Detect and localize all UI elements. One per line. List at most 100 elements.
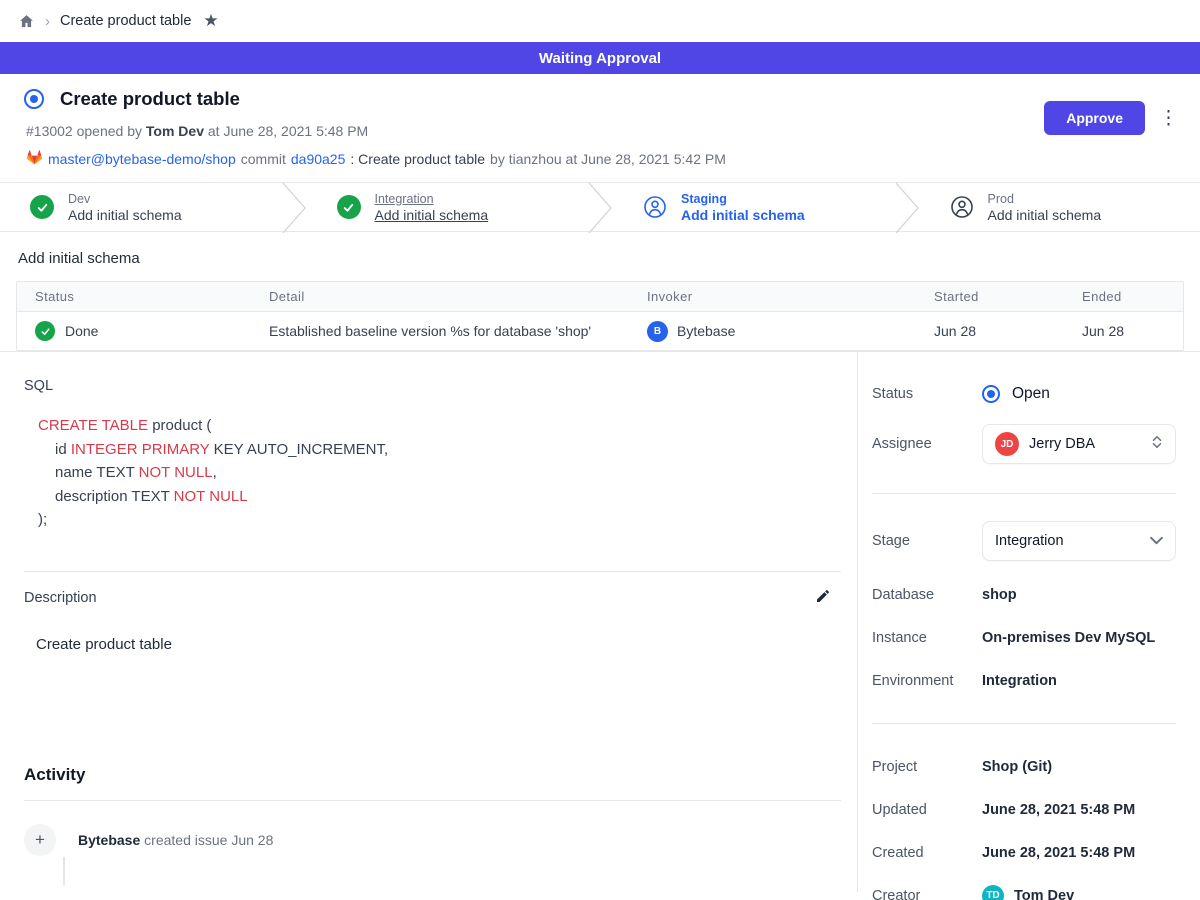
sidebar-field-project: Project Shop (Git) (872, 745, 1176, 788)
activity-action: created issue (144, 832, 227, 848)
table-row[interactable]: Done Established baseline version %s for… (17, 312, 1183, 350)
stage-done-icon (30, 195, 54, 219)
sidebar-field-created: Created June 28, 2021 5:48 PM (872, 831, 1176, 874)
assignee-label: Assignee (872, 436, 982, 452)
stage-task-label: Add initial schema (68, 207, 182, 223)
vcs-commit-byline: by tianzhou at June 28, 2021 5:42 PM (490, 151, 726, 167)
database-value: shop (982, 587, 1017, 603)
description-label: Description (24, 590, 97, 606)
task-detail-text: Established baseline version %s for data… (251, 323, 629, 339)
approval-banner-text: Waiting Approval (539, 50, 661, 67)
instance-value: On-premises Dev MySQL (982, 630, 1155, 646)
pipeline-stage-staging[interactable]: Staging Add initial schema (613, 183, 894, 231)
stage-env-label: Prod (988, 192, 1102, 206)
chevron-down-icon (1150, 533, 1163, 549)
vcs-branch-link[interactable]: master@bytebase-demo/shop (48, 151, 236, 167)
vcs-commit-label: commit (241, 151, 286, 167)
sidebar-field-updated: Updated June 28, 2021 5:48 PM (872, 788, 1176, 831)
breadcrumb-title[interactable]: Create product table (60, 13, 191, 29)
column-header-detail: Detail (251, 289, 629, 304)
stage-separator (281, 183, 307, 233)
task-started-date: Jun 28 (916, 323, 1064, 339)
divider (24, 800, 841, 801)
task-table: Status Detail Invoker Started Ended Done… (16, 281, 1184, 351)
column-header-status: Status (17, 289, 251, 304)
assignee-value: Jerry DBA (1029, 436, 1141, 452)
task-done-icon (35, 321, 55, 341)
issue-open-time: at June 28, 2021 5:48 PM (208, 123, 368, 139)
task-section-heading: Add initial schema (18, 250, 1184, 267)
issue-open-icon (24, 89, 44, 109)
stage-env-label: Dev (68, 192, 182, 206)
stage-separator (894, 183, 920, 233)
status-label: Status (872, 386, 982, 402)
environment-value: Integration (982, 673, 1057, 689)
breadcrumb: › Create product table ★ (0, 0, 1200, 42)
stage-env-label: Staging (681, 192, 805, 206)
pipeline-stage-dev[interactable]: Dev Add initial schema (0, 183, 281, 231)
vcs-commit-link[interactable]: da90a25 (291, 151, 346, 167)
creator-value: Tom Dev (1014, 888, 1074, 900)
gitlab-icon (26, 149, 43, 168)
divider (24, 571, 841, 572)
issue-header: Create product table Approve ⋮ #13002 op… (0, 74, 1200, 182)
kebab-menu-icon[interactable]: ⋮ (1157, 109, 1180, 128)
stage-value: Integration (995, 533, 1140, 549)
stage-pending-person-icon (643, 195, 667, 219)
status-open-icon (982, 385, 1000, 403)
page-title: Create product table (60, 88, 240, 110)
sql-section-label: SQL (24, 378, 841, 394)
stage-select[interactable]: Integration (982, 521, 1176, 561)
edit-description-icon[interactable] (815, 588, 831, 609)
description-content: Create product table (36, 636, 841, 653)
column-header-ended: Ended (1064, 289, 1183, 304)
stage-label: Stage (872, 533, 982, 549)
activity-heading: Activity (24, 765, 841, 785)
updown-chevron-icon (1151, 435, 1163, 453)
activity-timeline-line (63, 857, 65, 885)
sidebar-field-database: Database shop (872, 573, 1176, 616)
issue-meta: #13002 opened by Tom Dev at June 28, 202… (26, 123, 1176, 139)
issue-main-panel: SQL CREATE TABLE product ( id INTEGER PR… (0, 352, 858, 892)
status-value: Open (1012, 385, 1050, 403)
stage-task-label: Add initial schema (988, 207, 1102, 223)
stage-separator (587, 183, 613, 233)
activity-actor: Bytebase (78, 832, 140, 848)
stage-task-label: Add initial schema (681, 207, 805, 223)
vcs-commit-row: master@bytebase-demo/shop commit da90a25… (26, 149, 1176, 168)
assignee-avatar: JD (995, 432, 1019, 456)
activity-item: + Bytebase created issue Jun 28 (24, 824, 841, 856)
chevron-right-icon: › (45, 13, 50, 30)
task-invoker-text: Bytebase (677, 323, 735, 339)
stage-env-label: Integration (375, 192, 489, 206)
creator-avatar: TD (982, 885, 1004, 900)
approval-banner: Waiting Approval (0, 42, 1200, 74)
star-icon[interactable]: ★ (203, 11, 218, 31)
home-icon[interactable] (18, 13, 35, 30)
sidebar-field-environment: Environment Integration (872, 659, 1176, 702)
assignee-select[interactable]: JD Jerry DBA (982, 424, 1176, 464)
pipeline-stage-prod[interactable]: Prod Add initial schema (920, 183, 1200, 231)
stage-pending-person-icon (950, 195, 974, 219)
sidebar-field-instance: Instance On-premises Dev MySQL (872, 616, 1176, 659)
sql-statement: CREATE TABLE product ( id INTEGER PRIMAR… (38, 414, 841, 532)
task-table-header: Status Detail Invoker Started Ended (17, 282, 1183, 312)
pipeline-stage-bar: Dev Add initial schema Integration Add i… (0, 182, 1200, 232)
column-header-started: Started (916, 289, 1064, 304)
pipeline-stage-integration[interactable]: Integration Add initial schema (307, 183, 588, 231)
task-status-text: Done (65, 323, 98, 339)
created-value: June 28, 2021 5:48 PM (982, 845, 1135, 861)
stage-done-icon (337, 195, 361, 219)
approve-button[interactable]: Approve (1044, 101, 1145, 135)
issue-id-text: #13002 opened by (26, 123, 142, 139)
sidebar-field-creator: Creator TD Tom Dev (872, 874, 1176, 900)
divider (872, 723, 1176, 724)
project-value[interactable]: Shop (Git) (982, 759, 1052, 775)
activity-create-icon: + (24, 824, 56, 856)
activity-time: Jun 28 (231, 832, 273, 848)
bytebase-avatar: B (647, 321, 668, 342)
updated-value: June 28, 2021 5:48 PM (982, 802, 1135, 818)
divider (872, 493, 1176, 494)
issue-sidebar: Status Open Assignee JD Jerry DBA Stage … (858, 352, 1200, 892)
issue-opener: Tom Dev (146, 123, 204, 139)
